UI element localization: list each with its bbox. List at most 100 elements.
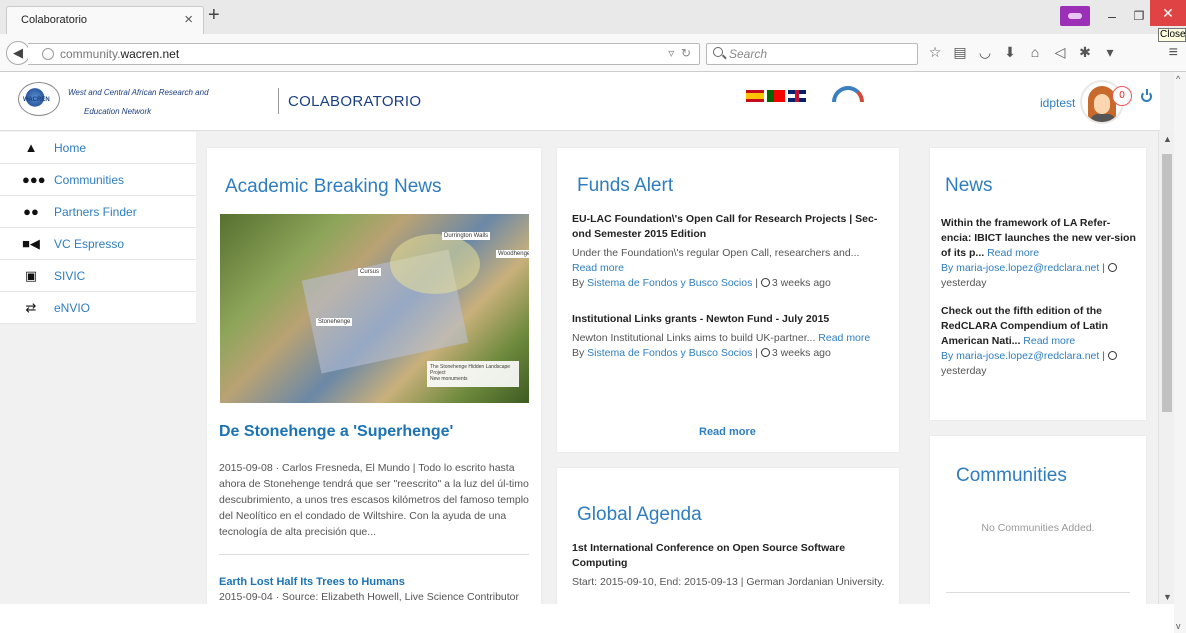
menu-icon[interactable]: ≡ bbox=[1169, 44, 1178, 62]
window-minimize-button[interactable]: – bbox=[1098, 6, 1126, 26]
url-bar[interactable]: community.wacren.net ▿ ↻ bbox=[28, 43, 700, 65]
extension-dropdown-icon[interactable]: ▾ bbox=[1099, 44, 1121, 61]
send-icon[interactable]: ◁ bbox=[1049, 44, 1071, 61]
clock-icon bbox=[1107, 263, 1117, 272]
extension-icon[interactable]: ✱ bbox=[1074, 44, 1096, 61]
site-header: WACREN West and Central African Research… bbox=[0, 72, 1160, 131]
author-link[interactable]: Sistema de Fondos y Busco Socios bbox=[587, 347, 752, 359]
article-body: 2015-09-08 · Carlos Fresneda, El Mundo |… bbox=[219, 462, 529, 538]
sidebar-item-label: VC Espresso bbox=[54, 237, 125, 251]
spanish-flag-icon[interactable] bbox=[746, 90, 764, 102]
content-scrollbar[interactable]: ▲ ▼ bbox=[1158, 132, 1174, 604]
sidebar-item-partners-finder[interactable]: ●● Partners Finder bbox=[0, 196, 196, 228]
exchange-icon: ⇄ bbox=[25, 300, 37, 315]
read-more-link[interactable]: Read more bbox=[1023, 335, 1075, 347]
site-title[interactable]: COLABORATORIO bbox=[288, 93, 421, 110]
page-scrollbar[interactable]: ^ v bbox=[1174, 72, 1186, 633]
sivic-icon: ▣ bbox=[24, 268, 38, 283]
funds-read-more-button[interactable]: Read more bbox=[699, 426, 756, 438]
article2-title-link[interactable]: Earth Lost Half Its Trees to Humans bbox=[219, 576, 405, 588]
list-item: Institutional Links grants - Newton Fund… bbox=[572, 312, 890, 361]
agenda-meta: Start: 2015-09-10, End: 2015-09-13 | Ger… bbox=[572, 576, 885, 588]
reading-list-icon[interactable]: ▤ bbox=[949, 44, 971, 61]
list-item: 1st International Conference on Open Sou… bbox=[572, 541, 890, 590]
notification-badge[interactable]: 0 bbox=[1112, 86, 1132, 106]
browser-tab[interactable]: Colaboratorio × bbox=[6, 6, 204, 34]
agenda-title[interactable]: 1st International Conference on Open Sou… bbox=[572, 541, 890, 571]
image-legend: The Stonehenge Hidden Landscape Project N… bbox=[427, 361, 519, 387]
search-icon bbox=[713, 47, 723, 57]
wacren-logo[interactable]: WACREN bbox=[18, 82, 60, 116]
fund-excerpt: Under the Foundation\'s regular Open Cal… bbox=[572, 247, 860, 259]
logo-text: West and Central African Research and Ed… bbox=[68, 88, 209, 116]
article-title-link[interactable]: De Stonehenge a 'Superhenge' bbox=[219, 423, 453, 441]
back-icon[interactable]: ◀ bbox=[6, 41, 30, 65]
clock-icon bbox=[760, 278, 770, 287]
scrollbar-thumb[interactable] bbox=[1162, 154, 1172, 412]
read-more-link[interactable]: Read more bbox=[818, 332, 870, 344]
pocket-icon[interactable]: ◡ bbox=[974, 44, 996, 61]
new-tab-icon[interactable]: + bbox=[208, 4, 220, 27]
scroll-down-icon[interactable]: v bbox=[1176, 621, 1181, 631]
private-browsing-icon bbox=[1060, 6, 1090, 26]
image-label: Cursus bbox=[358, 268, 382, 276]
title-divider bbox=[278, 88, 279, 114]
sidebar-item-vc-espresso[interactable]: ■◀ VC Espresso bbox=[0, 228, 196, 260]
english-flag-icon[interactable] bbox=[788, 90, 806, 102]
funds-alert-heading: Funds Alert bbox=[577, 175, 674, 196]
fund-title[interactable]: Institutional Links grants - Newton Fund… bbox=[572, 312, 890, 327]
read-more-link[interactable]: Read more bbox=[987, 247, 1039, 259]
sidebar-nav: ▲ Home ●●● Communities ●● Partners Finde… bbox=[0, 132, 196, 324]
sidebar-item-communities[interactable]: ●●● Communities bbox=[0, 164, 196, 196]
toolbar-icons: ☆ ▤ ◡ ⬇ ⌂ ◁ ✱ ▾ bbox=[924, 44, 1124, 61]
window-close-button[interactable]: ✕ bbox=[1150, 0, 1186, 26]
star-icon[interactable]: ☆ bbox=[924, 44, 946, 61]
browser-tab-bar: Colaboratorio × + – ❐ ✕ Close bbox=[0, 0, 1186, 42]
tab-close-icon[interactable]: × bbox=[184, 11, 193, 28]
communities-heading: Communities bbox=[956, 465, 1067, 486]
article2-meta: 2015-09-04 · Source: Elizabeth Howell, L… bbox=[219, 591, 520, 603]
bottom-blank-area bbox=[0, 604, 1174, 633]
communities-icon: ●●● bbox=[22, 172, 46, 187]
author-link[interactable]: By maria-jose.lopez@redclara.net bbox=[941, 350, 1099, 362]
list-item: EU-LAC Foundation\'s Open Call for Resea… bbox=[572, 212, 890, 291]
fund-excerpt: Newton Institutional Links aims to build… bbox=[572, 332, 816, 344]
video-camera-icon: ■◀ bbox=[22, 236, 40, 251]
url-dropdown-reload-icons[interactable]: ▿ ↻ bbox=[668, 46, 691, 60]
speed-gauge-icon[interactable] bbox=[832, 86, 864, 102]
username-link[interactable]: idptest bbox=[1040, 96, 1075, 110]
sidebar-item-home[interactable]: ▲ Home bbox=[0, 132, 196, 164]
sidebar-item-label: eNVIO bbox=[54, 301, 91, 315]
image-label: Stonehenge bbox=[316, 318, 353, 326]
author-link[interactable]: By maria-jose.lopez@redclara.net bbox=[941, 262, 1099, 274]
news-card: News Within the framework of LA Refer-en… bbox=[930, 148, 1146, 420]
clock-icon bbox=[760, 348, 770, 357]
url-text: community.wacren.net bbox=[60, 47, 180, 61]
sidebar-item-label: SIVIC bbox=[54, 269, 86, 283]
home-icon: ▲ bbox=[24, 140, 38, 155]
communities-card: Communities No Communities Added. bbox=[930, 436, 1146, 604]
academic-news-card: Academic Breaking News Durrington Walls … bbox=[207, 148, 541, 604]
fund-title[interactable]: EU-LAC Foundation\'s Open Call for Resea… bbox=[572, 212, 890, 242]
sidebar-item-sivic[interactable]: ▣ SIVIC bbox=[0, 260, 196, 292]
download-icon[interactable]: ⬇ bbox=[999, 44, 1021, 61]
page-viewport: WACREN West and Central African Research… bbox=[0, 72, 1160, 604]
window-maximize-button[interactable]: ❐ bbox=[1126, 6, 1152, 26]
scroll-down-icon[interactable]: ▼ bbox=[1163, 592, 1172, 602]
search-input[interactable]: Search bbox=[706, 43, 918, 65]
funds-alert-card: Funds Alert EU-LAC Foundation\'s Open Ca… bbox=[557, 148, 899, 452]
home-icon[interactable]: ⌂ bbox=[1024, 44, 1046, 60]
stonehenge-map-image[interactable]: Durrington Walls Cursus Stonehenge Woodh… bbox=[220, 214, 529, 403]
read-more-link[interactable]: Read more bbox=[572, 262, 624, 274]
divider bbox=[946, 592, 1130, 593]
sidebar-item-envio[interactable]: ⇄ eNVIO bbox=[0, 292, 196, 324]
search-placeholder: Search bbox=[729, 47, 768, 61]
scroll-up-icon[interactable]: ▲ bbox=[1163, 134, 1172, 144]
author-link[interactable]: Sistema de Fondos y Busco Socios bbox=[587, 277, 752, 289]
site-identity-icon[interactable] bbox=[42, 48, 54, 60]
scroll-up-icon[interactable]: ^ bbox=[1176, 74, 1180, 84]
logout-power-icon[interactable] bbox=[1141, 89, 1152, 102]
portuguese-flag-icon[interactable] bbox=[767, 90, 785, 102]
tab-title: Colaboratorio bbox=[21, 14, 88, 26]
close-tooltip: Close bbox=[1158, 28, 1186, 42]
